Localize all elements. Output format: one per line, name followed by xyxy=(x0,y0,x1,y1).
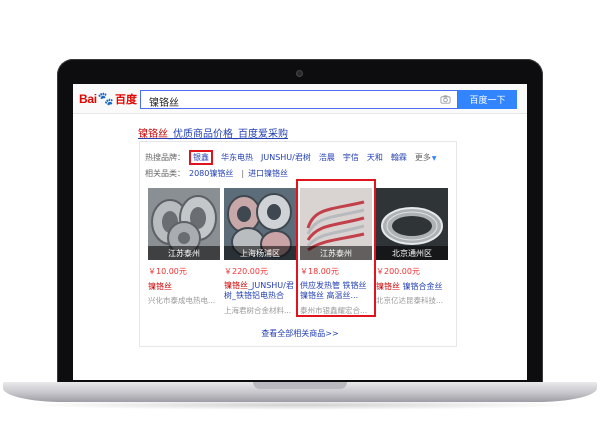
product-name-highlight: 镍铬丝 xyxy=(376,282,400,291)
product-seller[interactable]: 上海君树合金材料... xyxy=(224,305,296,316)
product-price: ￥220.00元 xyxy=(224,267,268,276)
category-link[interactable]: 进口镍铬丝 xyxy=(248,168,288,179)
product-name-link[interactable]: 镍铬丝 xyxy=(148,281,220,292)
logo-text: Bai xyxy=(79,92,97,106)
webcam-icon xyxy=(296,70,303,77)
product-location: 江苏泰州 xyxy=(148,246,220,260)
product-seller[interactable]: 北京亿达昆泰科技... xyxy=(376,295,448,306)
brand-link[interactable]: JUNSHU/君树 xyxy=(261,152,311,163)
product-seller[interactable]: 兴化市泰成电热电... xyxy=(148,295,220,306)
laptop-notch xyxy=(253,382,347,389)
paw-icon: 🐾 xyxy=(97,91,114,106)
brand-link[interactable]: 浩晨 xyxy=(319,152,335,163)
brand-link[interactable]: 宇信 xyxy=(343,152,359,163)
brand-link[interactable]: 银鑫 xyxy=(189,150,213,165)
search-header: Bai 🐾 百度 镍铬丝 百度一下 xyxy=(73,84,527,114)
result-title-rest: _优质商品价格_百度爱采购 xyxy=(168,129,288,140)
view-all-products-link[interactable]: 查看全部相关商品>> xyxy=(73,328,527,339)
hot-brands-label: 热搜品牌： xyxy=(145,153,185,162)
brand-link[interactable]: 翰霖 xyxy=(391,152,407,163)
chevron-down-icon: ▼ xyxy=(431,155,437,162)
product-name-rest: 镍铬合金丝 xyxy=(400,282,443,291)
result-title-link[interactable]: 镍铬丝_优质商品价格_百度爱采购 xyxy=(138,125,288,140)
product-item[interactable]: 江苏泰州 ￥10.00元 镍铬丝 兴化市泰成电热电... xyxy=(148,188,220,306)
product-image[interactable]: 北京通州区 xyxy=(376,188,448,260)
more-brands-label: 更多 xyxy=(414,153,431,162)
product-image[interactable]: 江苏泰州 xyxy=(148,188,220,260)
camera-search-icon[interactable] xyxy=(440,94,451,105)
brand-link[interactable]: 天和 xyxy=(367,152,383,163)
related-label: 相关品类： xyxy=(145,169,185,178)
search-query: 镍铬丝 xyxy=(149,98,179,109)
product-location: 上海杨浦区 xyxy=(224,246,296,260)
more-brands-button[interactable]: 更多▼ xyxy=(415,152,437,163)
baidu-logo[interactable]: Bai 🐾 百度 xyxy=(79,91,137,107)
category-link[interactable]: 2080镍铬丝 xyxy=(189,168,233,179)
product-location: 北京通州区 xyxy=(376,246,448,260)
highlight-box xyxy=(296,179,376,317)
product-name-highlight: 镍铬丝 xyxy=(148,282,172,291)
related-categories-row: 相关品类： 2080镍铬丝 | 进口镍铬丝 xyxy=(145,168,296,179)
logo-text-cn: 百度 xyxy=(114,94,137,106)
laptop-screen: Bai 🐾 百度 镍铬丝 百度一下 镍铬丝_优质商品价格_百度爱采购 热搜品牌：… xyxy=(73,84,527,380)
search-input[interactable]: 镍铬丝 xyxy=(140,90,458,109)
product-price: ￥10.00元 xyxy=(148,267,187,276)
product-price: ￥200.00元 xyxy=(376,267,420,276)
product-item[interactable]: 北京通州区 ￥200.00元 镍铬丝 镍铬合金丝 北京亿达昆泰科技... xyxy=(376,188,448,306)
hot-brands-row: 热搜品牌： 银鑫 华东电热 JUNSHU/君树 浩晨 宇信 天和 翰霖 更多▼ xyxy=(145,150,436,165)
search-button[interactable]: 百度一下 xyxy=(458,90,517,109)
separator: | xyxy=(241,169,245,178)
product-item[interactable]: 上海杨浦区 ￥220.00元 镍铬丝_JUNSHU/君树_铁铬铝电热合 上海君树… xyxy=(224,188,296,316)
product-name-link[interactable]: 镍铬丝 镍铬合金丝 xyxy=(376,281,448,292)
product-name-highlight: 镍铬丝 xyxy=(224,281,248,290)
brand-link[interactable]: 华东电热 xyxy=(221,152,253,163)
product-image[interactable]: 上海杨浦区 xyxy=(224,188,296,260)
product-name-link[interactable]: 镍铬丝_JUNSHU/君树_铁铬铝电热合 xyxy=(224,281,296,302)
result-title-highlight: 镍铬丝 xyxy=(138,129,168,140)
